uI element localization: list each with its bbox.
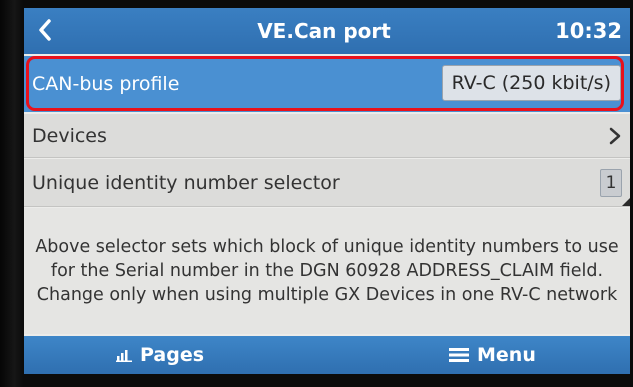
devices-label: Devices: [32, 124, 107, 147]
chevron-right-icon: [609, 127, 621, 145]
header-bar: VE.Can port 10:32: [24, 8, 630, 54]
unique-identity-selector-row[interactable]: Unique identity number selector 1: [24, 159, 630, 207]
back-button[interactable]: [30, 14, 60, 46]
can-bus-profile-row[interactable]: CAN-bus profile RV-C (250 kbit/s): [24, 56, 630, 112]
menu-label: Menu: [477, 344, 536, 366]
can-bus-profile-label: CAN-bus profile: [32, 73, 180, 95]
menu-button[interactable]: Menu: [449, 336, 536, 374]
back-arrow-icon: [39, 19, 51, 41]
page-title: VE.Can port: [257, 19, 391, 43]
bar-chart-icon: [116, 350, 132, 362]
screen: VE.Can port 10:32 CAN-bus profile RV-C (…: [24, 8, 630, 374]
clock: 10:32: [555, 19, 622, 43]
unique-identity-selector-value[interactable]: 1: [600, 169, 622, 197]
pages-button[interactable]: Pages: [116, 336, 204, 374]
corner-indicator-icon: [622, 198, 630, 206]
can-bus-profile-value[interactable]: RV-C (250 kbit/s): [441, 65, 621, 101]
device-bezel: [0, 0, 24, 387]
devices-row[interactable]: Devices: [24, 114, 630, 158]
info-panel: Above selector sets which block of uniqu…: [24, 208, 630, 334]
footer-bar: Pages Menu: [24, 336, 630, 374]
pages-label: Pages: [140, 344, 205, 366]
hamburger-menu-icon: [449, 348, 469, 362]
info-text: Above selector sets which block of uniqu…: [35, 237, 619, 305]
unique-identity-selector-label: Unique identity number selector: [32, 171, 340, 194]
